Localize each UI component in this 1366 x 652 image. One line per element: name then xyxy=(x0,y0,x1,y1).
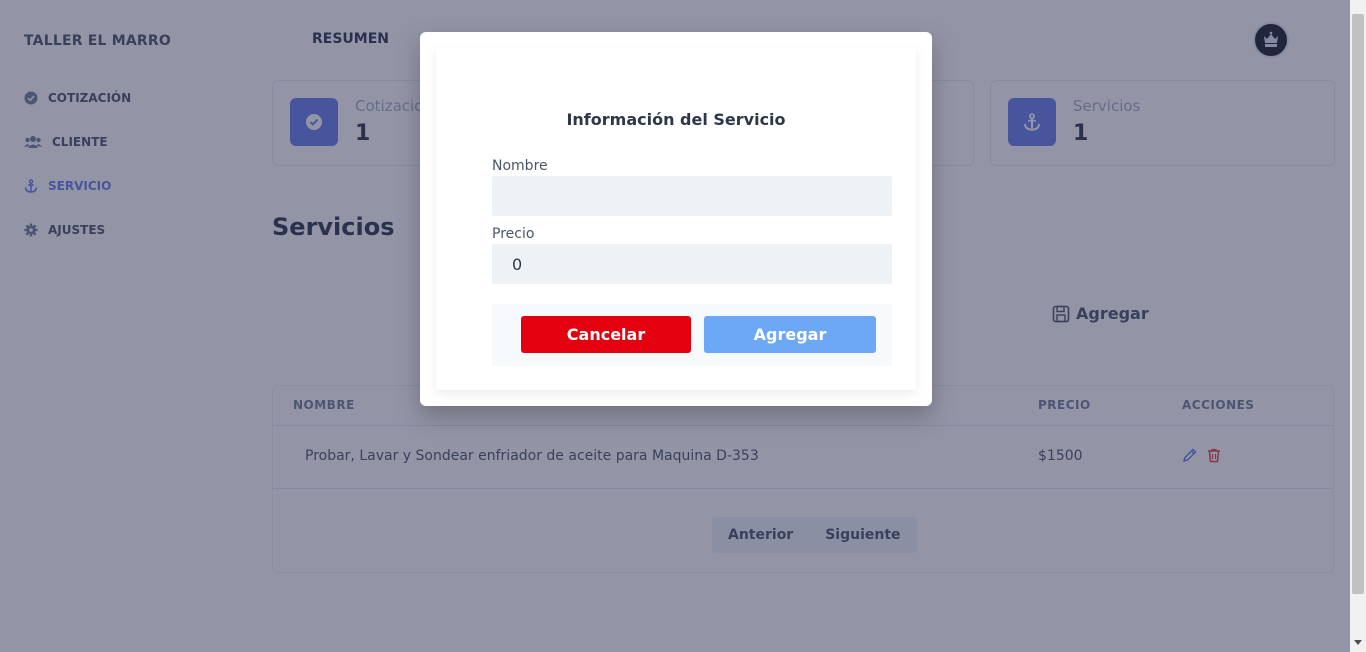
nombre-input[interactable] xyxy=(492,176,892,216)
service-modal: Información del Servicio Nombre Precio C… xyxy=(420,32,932,406)
precio-input[interactable] xyxy=(492,244,892,284)
scrollbar-thumb[interactable] xyxy=(1352,14,1364,594)
modal-button-bar: Cancelar Agregar xyxy=(492,304,892,366)
nombre-label: Nombre xyxy=(492,158,548,174)
modal-panel: Información del Servicio Nombre Precio C… xyxy=(436,48,916,390)
scroll-down-icon[interactable] xyxy=(1354,640,1362,645)
modal-title: Información del Servicio xyxy=(566,110,786,129)
precio-label: Precio xyxy=(492,226,535,242)
cancel-button[interactable]: Cancelar xyxy=(521,316,691,353)
scrollbar[interactable] xyxy=(1350,0,1366,652)
submit-button[interactable]: Agregar xyxy=(704,316,876,353)
